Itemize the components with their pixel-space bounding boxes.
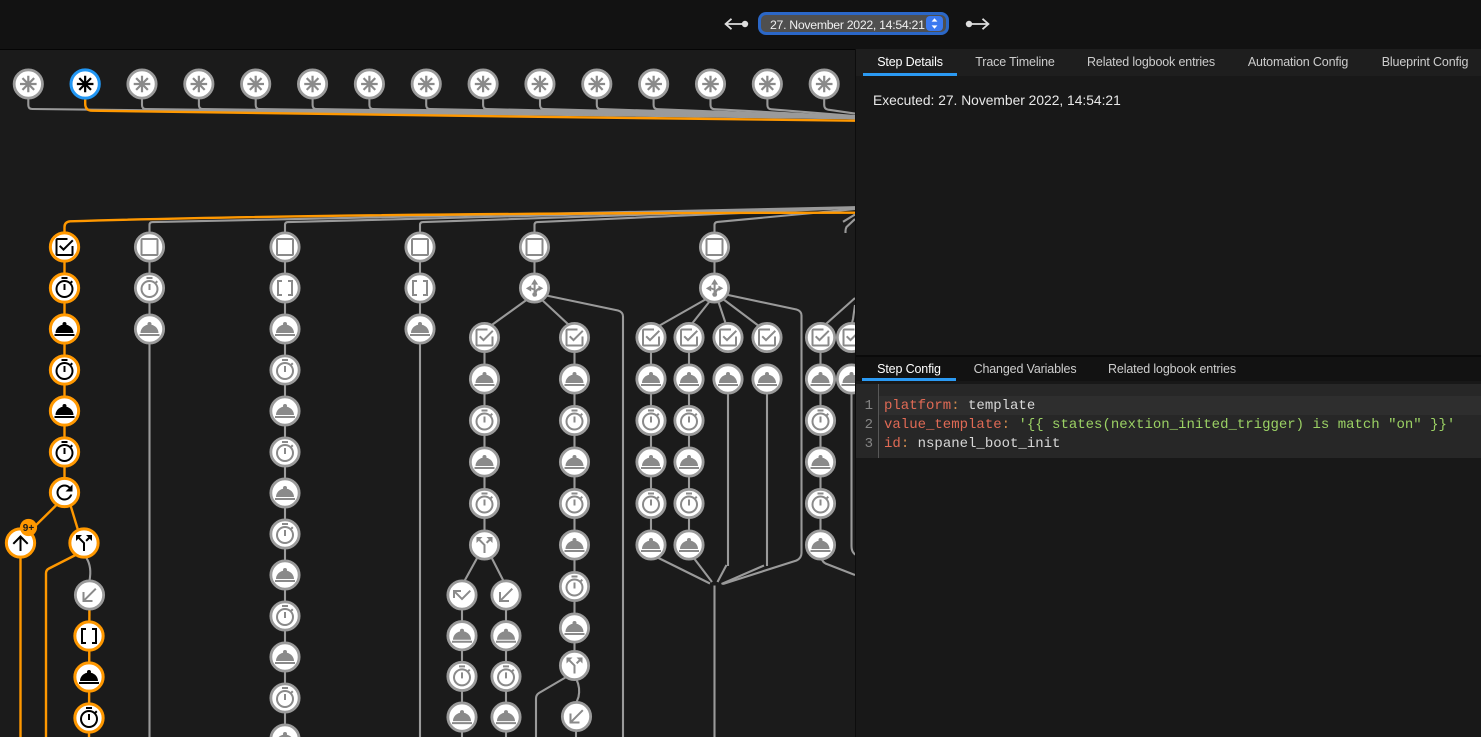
- svg-text:9+: 9+: [23, 523, 35, 534]
